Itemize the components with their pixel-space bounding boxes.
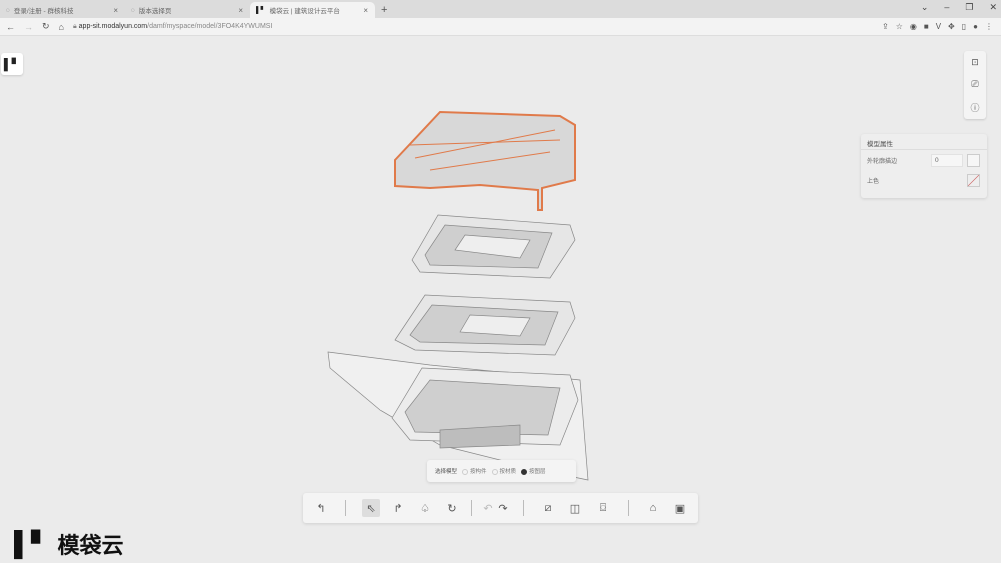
close-tab-icon[interactable]: × <box>238 6 243 15</box>
path-tool-icon[interactable]: ↱ <box>389 499 407 517</box>
section-box-icon[interactable]: ⧄ <box>539 499 557 517</box>
floor-plate <box>394 294 576 356</box>
extension-icon[interactable]: V <box>936 22 941 31</box>
select-pointer-icon[interactable]: ⇖ <box>362 499 380 517</box>
divider <box>523 500 524 516</box>
properties-panel: 模型属性 外轮廓描边 0 上色 <box>861 134 987 198</box>
app-favicon: ▌▘ <box>256 7 266 14</box>
extension-icon[interactable]: ■ <box>924 22 929 31</box>
extension-icon[interactable]: ◉ <box>910 22 917 31</box>
select-mode-bar: 选择模型 按构件 按材质 按图层 <box>427 460 576 482</box>
tab-login[interactable]: ◌ 登录/注册 - 群核科技 × <box>0 2 125 18</box>
close-window-button[interactable]: ✕ <box>989 2 997 13</box>
back-arrow-icon[interactable]: ↰ <box>312 499 330 517</box>
home-view-icon[interactable]: ⌂ <box>644 499 662 517</box>
redo-icon[interactable]: ↷ <box>494 499 512 517</box>
globe-icon: ◌ <box>6 6 10 14</box>
sidebar-icon[interactable]: ▯ <box>962 22 966 31</box>
help-icon[interactable]: ⓘ <box>970 101 979 114</box>
outline-color-swatch[interactable] <box>967 153 980 167</box>
menu-icon[interactable]: ⋮ <box>985 22 993 31</box>
brand-name: 模袋云 <box>57 533 124 558</box>
reload-icon[interactable]: ↻ <box>42 21 50 32</box>
bookmark-star-icon[interactable]: ☆ <box>896 22 903 31</box>
tab-modalyun[interactable]: ▌▘ 模袋云 | 建筑设计云平台 × <box>250 2 375 18</box>
restore-button[interactable]: ❐ <box>965 2 973 13</box>
profile-avatar[interactable]: ● <box>973 22 978 31</box>
panel-title: 模型属性 <box>861 134 987 150</box>
outline-width-input[interactable]: 0 <box>931 153 963 167</box>
radio-by-component[interactable]: 按构件 <box>462 467 487 475</box>
clip-plane-icon[interactable]: ◫ <box>566 499 584 517</box>
address-bar: ← → ↻ ⌂ 🔒︎ app-sit.modalyun.com/damf/mys… <box>0 18 1001 36</box>
outline-label: 外轮廓描边 <box>867 158 898 165</box>
view-tools: ⊡ ⎚ ⓘ <box>964 51 986 119</box>
tab-bar: ◌ 登录/注册 - 群核科技 × ◌ 版本选择页 × ▌▘ 模袋云 | 建筑设计云平台 × … <box>0 0 1001 18</box>
puzzle-icon[interactable]: ✥ <box>948 22 955 31</box>
back-icon[interactable]: ← <box>6 22 15 32</box>
select-mode-label: 选择模型 <box>435 469 458 475</box>
url-field[interactable]: 🔒︎ app-sit.modalyun.com/damf/myspace/mod… <box>73 23 272 31</box>
radio-by-layer[interactable]: 按图层 <box>521 467 546 475</box>
camera-view-icon[interactable]: ⎚ <box>971 79 978 90</box>
top-floor-selected <box>394 110 576 211</box>
globe-icon: ◌ <box>131 6 135 14</box>
building-model-viewport[interactable] <box>320 100 600 485</box>
minimize-button[interactable]: – <box>944 2 949 13</box>
divider <box>628 500 629 516</box>
radio-by-material[interactable]: 按材质 <box>491 467 516 475</box>
divider <box>345 500 346 516</box>
brand-mark: ▌▘ <box>14 530 50 558</box>
divider <box>471 500 472 516</box>
home-icon[interactable]: ⌂ <box>59 22 64 32</box>
share-icon[interactable]: ⇪ <box>882 22 889 31</box>
fit-view-icon[interactable]: ⊡ <box>971 57 979 68</box>
close-tab-icon[interactable]: × <box>113 6 118 15</box>
screenshot-camera-icon[interactable]: ⌼ <box>594 499 612 517</box>
app-logo-button[interactable]: ▌▘ <box>1 53 23 75</box>
new-tab-button[interactable]: + <box>375 2 393 18</box>
close-tab-icon[interactable]: × <box>363 6 368 15</box>
fill-color-swatch[interactable] <box>967 173 980 187</box>
rotate-icon[interactable]: ↻ <box>443 499 461 517</box>
brand-logo: ▌▘ 模袋云 <box>14 528 123 560</box>
floor-plate <box>411 214 576 279</box>
forward-icon[interactable]: → <box>24 22 33 32</box>
color-label: 上色 <box>867 178 880 185</box>
save-icon[interactable]: ▣ <box>671 499 689 517</box>
tab-version[interactable]: ◌ 版本选择页 × <box>125 2 250 18</box>
main-toolbar: ↰ ⇖ ↱ ♤ ↻ ↶ ↷ ⧄ ◫ ⌼ ⌂ ▣ <box>303 493 698 523</box>
tree-icon[interactable]: ♤ <box>416 499 434 517</box>
tab-search-icon[interactable]: ⌄ <box>921 2 929 13</box>
